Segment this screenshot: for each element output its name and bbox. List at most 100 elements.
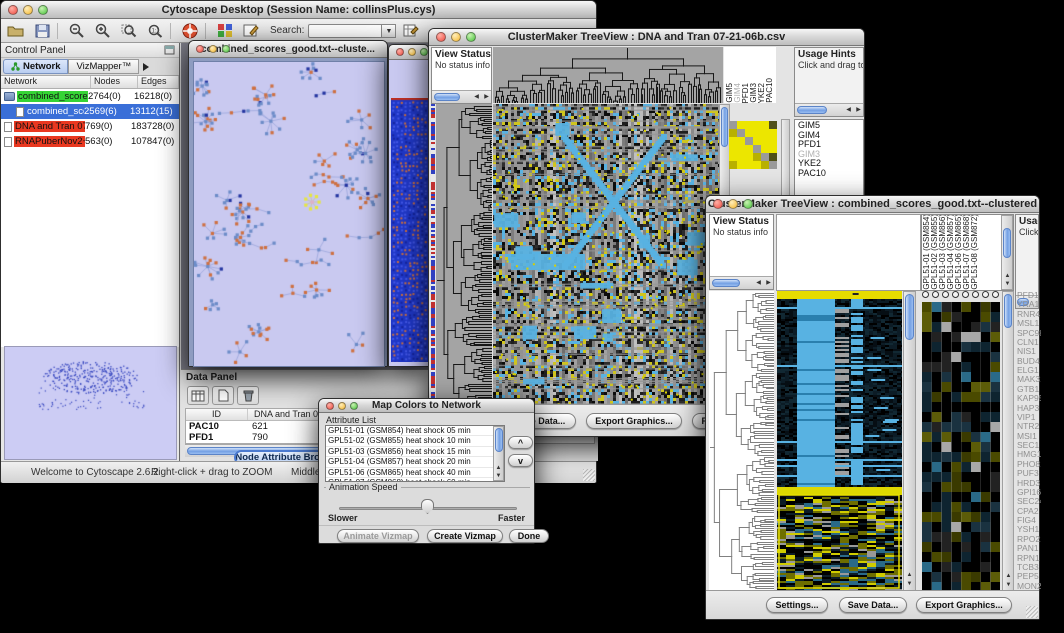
attribute-item[interactable]: GPL51-02 (GSM855) heat shock 10 min [326,436,493,446]
main-titlebar[interactable]: Cytoscape Desktop (Session Name: collins… [1,1,596,19]
network-graph-canvas[interactable] [193,61,385,367]
column-label[interactable]: GIM5 [726,83,733,103]
column-label[interactable]: GPL51-04 (GSM857) [947,215,954,290]
scroll-left-icon[interactable]: ◀ [472,94,481,101]
zoom-icon[interactable] [38,5,48,15]
row-dendrogram-canvas[interactable] [709,291,774,591]
zoom-icon[interactable] [466,32,476,42]
network-table-row[interactable]: combined_sco 2569(6) 13112(15) [1,104,179,119]
zoom-in-icon[interactable] [92,21,114,40]
hscroll-thumb[interactable] [712,279,740,287]
move-down-button[interactable]: v [508,454,533,467]
minimize-icon[interactable] [408,48,416,56]
view-status-hscrollbar[interactable]: ◀ ▶ [710,276,773,289]
attribute-item[interactable]: GPL51-01 (GSM854) heat shock 05 min [326,426,493,436]
vscroll-thumb[interactable] [1003,228,1011,258]
tab-network[interactable]: Network [3,59,68,74]
hscroll-thumb[interactable] [797,106,827,114]
attr-col-id[interactable]: ID [186,409,248,420]
create-vizmap-button[interactable]: Create Vizmap [427,529,503,543]
export-graphics-button[interactable]: Export Graphics... [916,597,1012,613]
slider-thumb[interactable] [421,499,434,514]
treeview1-titlebar[interactable]: ClusterMaker TreeView : DNA and Tran 07-… [429,29,864,46]
hscroll-thumb[interactable] [434,93,460,101]
column-label[interactable]: GPL51-08 (GSM872) [971,215,978,290]
column-label[interactable]: PAC10 [766,78,773,103]
column-labels-vscrollbar[interactable]: ▲ ▼ [1001,215,1013,290]
column-label[interactable]: PFD1 [742,83,749,103]
annotation-icon[interactable] [240,21,262,40]
search-input[interactable] [308,24,382,38]
dialog-titlebar[interactable]: Map Colors to Network [319,399,534,413]
minimize-icon[interactable] [23,5,33,15]
col-edges[interactable]: Edges [138,76,179,88]
row-dendrogram-canvas[interactable] [436,104,492,405]
network-view-titlebar[interactable]: combined_scores_good.txt--cluste... [189,41,387,58]
vscroll-thumb[interactable] [905,294,914,340]
zoom-out-icon[interactable] [66,21,88,40]
export-graphics-button[interactable]: Export Graphics... [586,413,682,429]
column-label[interactable]: GPL51-01 (GSM854) [923,215,930,290]
minimize-icon[interactable] [209,45,217,53]
zoom-vscrollbar[interactable]: ▲ ▼ [1002,291,1014,591]
row-label[interactable]: PAC10 [798,169,863,179]
column-label[interactable]: GPL51-07 (GSM868) [963,215,970,290]
network-overview-minimap[interactable] [4,346,177,460]
zoom-icon[interactable] [743,199,753,209]
close-icon[interactable] [196,45,204,53]
search-dropdown-icon[interactable]: ▼ [382,24,396,38]
column-label[interactable]: GPL51-02 (GSM855) [931,215,938,290]
vscroll-thumb[interactable] [1004,294,1012,328]
network-table-row[interactable]: DNA and Tran 07 769(0) 183728(0) [1,119,179,134]
zoom-fit-icon[interactable]: 1:1 [144,21,166,40]
attribute-list-vscrollbar[interactable]: ▲ ▼ [493,426,504,481]
minimize-icon[interactable] [451,32,461,42]
column-label[interactable]: GPL51-03 (GSM856) [939,215,946,290]
scroll-up-icon[interactable]: ▲ [905,572,914,579]
heatmap-canvas[interactable] [493,104,719,405]
open-file-icon[interactable] [5,21,27,40]
scroll-up-icon[interactable]: ▲ [1004,573,1013,580]
heatmap-canvas[interactable] [777,291,902,591]
zoom-matrix-canvas[interactable] [729,121,778,169]
resize-grip[interactable] [583,469,595,481]
scroll-up-icon[interactable]: ▲ [1003,273,1012,280]
column-dendrogram-canvas[interactable] [493,47,723,103]
network-table-row[interactable]: combined_scores 2764(0) 16218(0) [1,89,179,104]
zoom-icon[interactable] [420,48,428,56]
close-icon[interactable] [326,402,334,410]
scroll-down-icon[interactable]: ▼ [494,473,503,480]
scroll-up-icon[interactable]: ▲ [494,465,503,472]
column-label[interactable]: GIM4 [734,83,741,103]
resize-grip[interactable] [1026,606,1038,618]
save-data-button[interactable]: Save Data... [839,597,907,613]
scroll-right-icon[interactable]: ▶ [854,107,863,114]
column-label[interactable]: GIM3 [750,83,757,103]
attribute-item[interactable]: GPL51-04 (GSM857) heat shock 20 min [326,457,493,467]
attribute-item[interactable]: GPL51-03 (GSM856) heat shock 15 min [326,447,493,457]
move-up-button[interactable]: ^ [508,436,533,449]
scroll-right-icon[interactable]: ▶ [764,280,773,287]
minimize-icon[interactable] [728,199,738,209]
help-lifering-icon[interactable] [179,21,201,40]
col-network[interactable]: Network [1,76,91,88]
close-icon[interactable] [396,48,404,56]
tab-vizmapper[interactable]: VizMapper™ [68,59,139,74]
vscroll-thumb[interactable] [721,107,728,147]
tab-overflow-icon[interactable] [143,63,149,71]
attribute-browser-icon[interactable] [400,21,422,40]
dense-network-canvas[interactable] [391,98,428,362]
attribute-item[interactable]: GPL51-06 (GSM865) heat shock 40 min [326,468,493,478]
scroll-left-icon[interactable]: ◀ [754,280,763,287]
scroll-down-icon[interactable]: ▼ [905,581,914,588]
float-panel-icon[interactable] [164,45,175,55]
new-attribute-icon[interactable] [212,386,234,405]
col-nodes[interactable]: Nodes [91,76,138,88]
heatmap-vscrollbar[interactable]: ▲ ▼ [903,291,916,591]
treeview2-titlebar[interactable]: ClusterMaker TreeView : combined_scores_… [706,196,1039,213]
vscroll-thumb[interactable] [495,428,503,452]
column-label[interactable]: YKE2 [758,83,765,103]
done-button[interactable]: Done [509,529,549,543]
zoom-icon[interactable] [222,45,230,53]
save-icon[interactable] [31,21,53,40]
